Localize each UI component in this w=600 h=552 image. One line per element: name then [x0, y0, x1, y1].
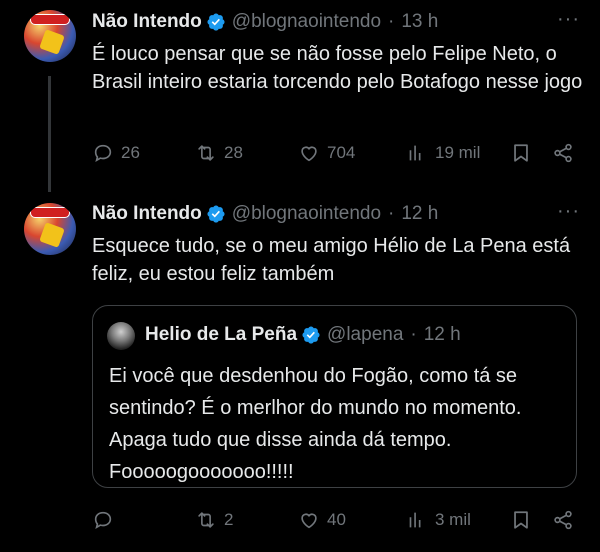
author-handle[interactable]: @blognaointendo: [232, 11, 381, 33]
quoted-tweet-header: Helio de La Peña @lapena · 12 h: [145, 324, 461, 346]
bookmark-icon[interactable]: [510, 142, 532, 164]
share-icon[interactable]: [552, 509, 574, 531]
verified-badge-icon[interactable]: [206, 204, 226, 224]
quoted-author-avatar[interactable]: [107, 322, 135, 350]
quoted-tweet[interactable]: Helio de La Peña @lapena · 12 h Ei você …: [92, 305, 577, 488]
separator-dot: ·: [410, 324, 417, 345]
reply-button[interactable]: 26: [92, 142, 140, 164]
quoted-author-handle[interactable]: @lapena: [327, 324, 403, 346]
separator-dot: ·: [388, 11, 395, 32]
retweet-button[interactable]: 2: [195, 509, 233, 531]
reply-icon: [92, 509, 114, 531]
quoted-author-name[interactable]: Helio de La Peña: [145, 324, 297, 346]
retweet-icon: [195, 142, 217, 164]
tweet-header: Não Intendo @blognaointendo · 13 h: [92, 9, 438, 35]
tweet-text: É louco pensar que se não fosse pelo Fel…: [92, 43, 583, 93]
reply-button[interactable]: [92, 509, 121, 531]
separator-dot: ·: [388, 203, 395, 224]
heart-icon: [298, 142, 320, 164]
quoted-tweet-text: Ei você que desdenhou do Fogão, como tá …: [109, 365, 522, 483]
reply-count: 26: [121, 143, 140, 162]
author-name[interactable]: Não Intendo: [92, 203, 202, 225]
views-count: 19 mil: [435, 143, 481, 162]
more-options-icon[interactable]: ···: [557, 8, 580, 31]
more-options-icon[interactable]: ···: [557, 200, 580, 223]
views-icon: [406, 142, 428, 164]
author-handle[interactable]: @blognaointendo: [232, 203, 381, 225]
tweet-text: Esquece tudo, se o meu amigo Hélio de La…: [92, 235, 571, 285]
author-avatar[interactable]: [24, 203, 76, 255]
like-button[interactable]: 704: [298, 142, 355, 164]
views-button[interactable]: 3 mil: [406, 509, 471, 531]
author-avatar[interactable]: [24, 10, 76, 62]
quoted-tweet-timestamp[interactable]: 12 h: [424, 324, 461, 346]
author-name[interactable]: Não Intendo: [92, 11, 202, 33]
tweet-timestamp[interactable]: 13 h: [401, 11, 438, 33]
retweet-count: 2: [224, 510, 234, 529]
verified-badge-icon[interactable]: [206, 12, 226, 32]
like-count: 704: [327, 143, 356, 162]
tweet-actions: 2 40 3 mil: [92, 509, 582, 535]
like-button[interactable]: 40: [298, 509, 346, 531]
tweet-actions: 26 28 704 19 mil: [92, 142, 582, 168]
avatar-vs-emblem: [39, 29, 65, 55]
retweet-count: 28: [224, 143, 243, 162]
retweet-button[interactable]: 28: [195, 142, 243, 164]
bookmark-icon[interactable]: [510, 509, 532, 531]
verified-badge-icon[interactable]: [301, 325, 321, 345]
views-icon: [406, 509, 428, 531]
thread-connector-line: [48, 76, 51, 192]
like-count: 40: [327, 510, 346, 529]
views-count: 3 mil: [435, 510, 471, 529]
avatar-logo-badge: [30, 207, 70, 218]
reply-icon: [92, 142, 114, 164]
avatar-logo-badge: [30, 14, 70, 25]
tweet-1[interactable]: Não Intendo @blognaointendo · 13 h ··· É…: [0, 0, 600, 192]
heart-icon: [298, 509, 320, 531]
views-button[interactable]: 19 mil: [406, 142, 480, 164]
avatar-vs-emblem: [39, 222, 65, 248]
retweet-icon: [195, 509, 217, 531]
tweet-header: Não Intendo @blognaointendo · 12 h: [92, 201, 438, 227]
tweet-timestamp[interactable]: 12 h: [401, 203, 438, 225]
share-icon[interactable]: [552, 142, 574, 164]
